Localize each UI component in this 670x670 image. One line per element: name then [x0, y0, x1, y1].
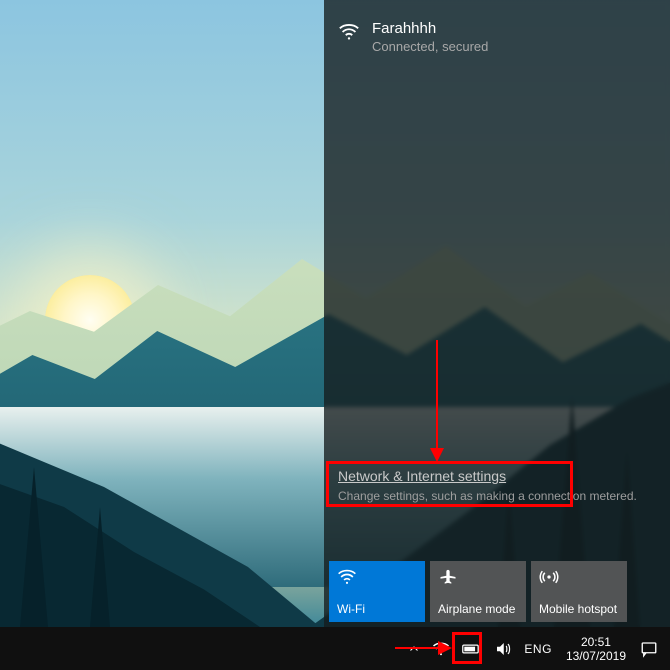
action-center-icon — [640, 640, 658, 658]
system-tray: ENG 20:51 13/07/2019 — [402, 627, 664, 670]
wifi-icon — [432, 640, 450, 658]
tile-label: Airplane mode — [438, 602, 518, 616]
tile-mobile-hotspot[interactable]: Mobile hotspot — [531, 561, 627, 622]
tray-language-button[interactable]: ENG — [518, 627, 558, 670]
tray-volume-button[interactable] — [488, 627, 518, 670]
language-label: ENG — [524, 642, 552, 656]
airplane-icon — [438, 567, 518, 587]
tray-overflow-button[interactable] — [402, 627, 426, 670]
tile-label: Mobile hotspot — [539, 602, 619, 616]
tile-wifi[interactable]: Wi-Fi — [329, 561, 425, 622]
current-network-name: Farahhhh — [372, 19, 488, 38]
battery-icon — [462, 642, 482, 656]
tile-airplane-mode[interactable]: Airplane mode — [430, 561, 526, 622]
current-network-status: Connected, secured — [372, 39, 488, 54]
tray-clock-button[interactable]: 20:51 13/07/2019 — [558, 627, 634, 670]
network-settings-block: Network & Internet settings Change setti… — [338, 466, 656, 504]
quick-action-tiles: Wi-Fi Airplane mode Mobile hotspot — [329, 561, 627, 622]
tile-label: Wi-Fi — [337, 602, 417, 616]
tray-action-center-button[interactable] — [634, 627, 664, 670]
network-settings-description: Change settings, such as making a connec… — [338, 489, 656, 504]
chevron-up-icon — [408, 643, 420, 655]
clock-date: 13/07/2019 — [566, 649, 626, 663]
wifi-icon — [337, 567, 417, 587]
clock-time: 20:51 — [581, 635, 611, 649]
wifi-icon — [338, 21, 360, 43]
taskbar: ENG 20:51 13/07/2019 — [0, 627, 670, 670]
current-network-row[interactable]: Farahhhh Connected, secured — [324, 0, 670, 66]
tray-wifi-button[interactable] — [426, 627, 456, 670]
network-flyout: Farahhhh Connected, secured Network & In… — [324, 0, 670, 627]
volume-icon — [494, 640, 512, 658]
hotspot-icon — [539, 567, 619, 587]
network-settings-link[interactable]: Network & Internet settings — [338, 466, 506, 486]
tray-battery-button[interactable] — [456, 627, 488, 670]
